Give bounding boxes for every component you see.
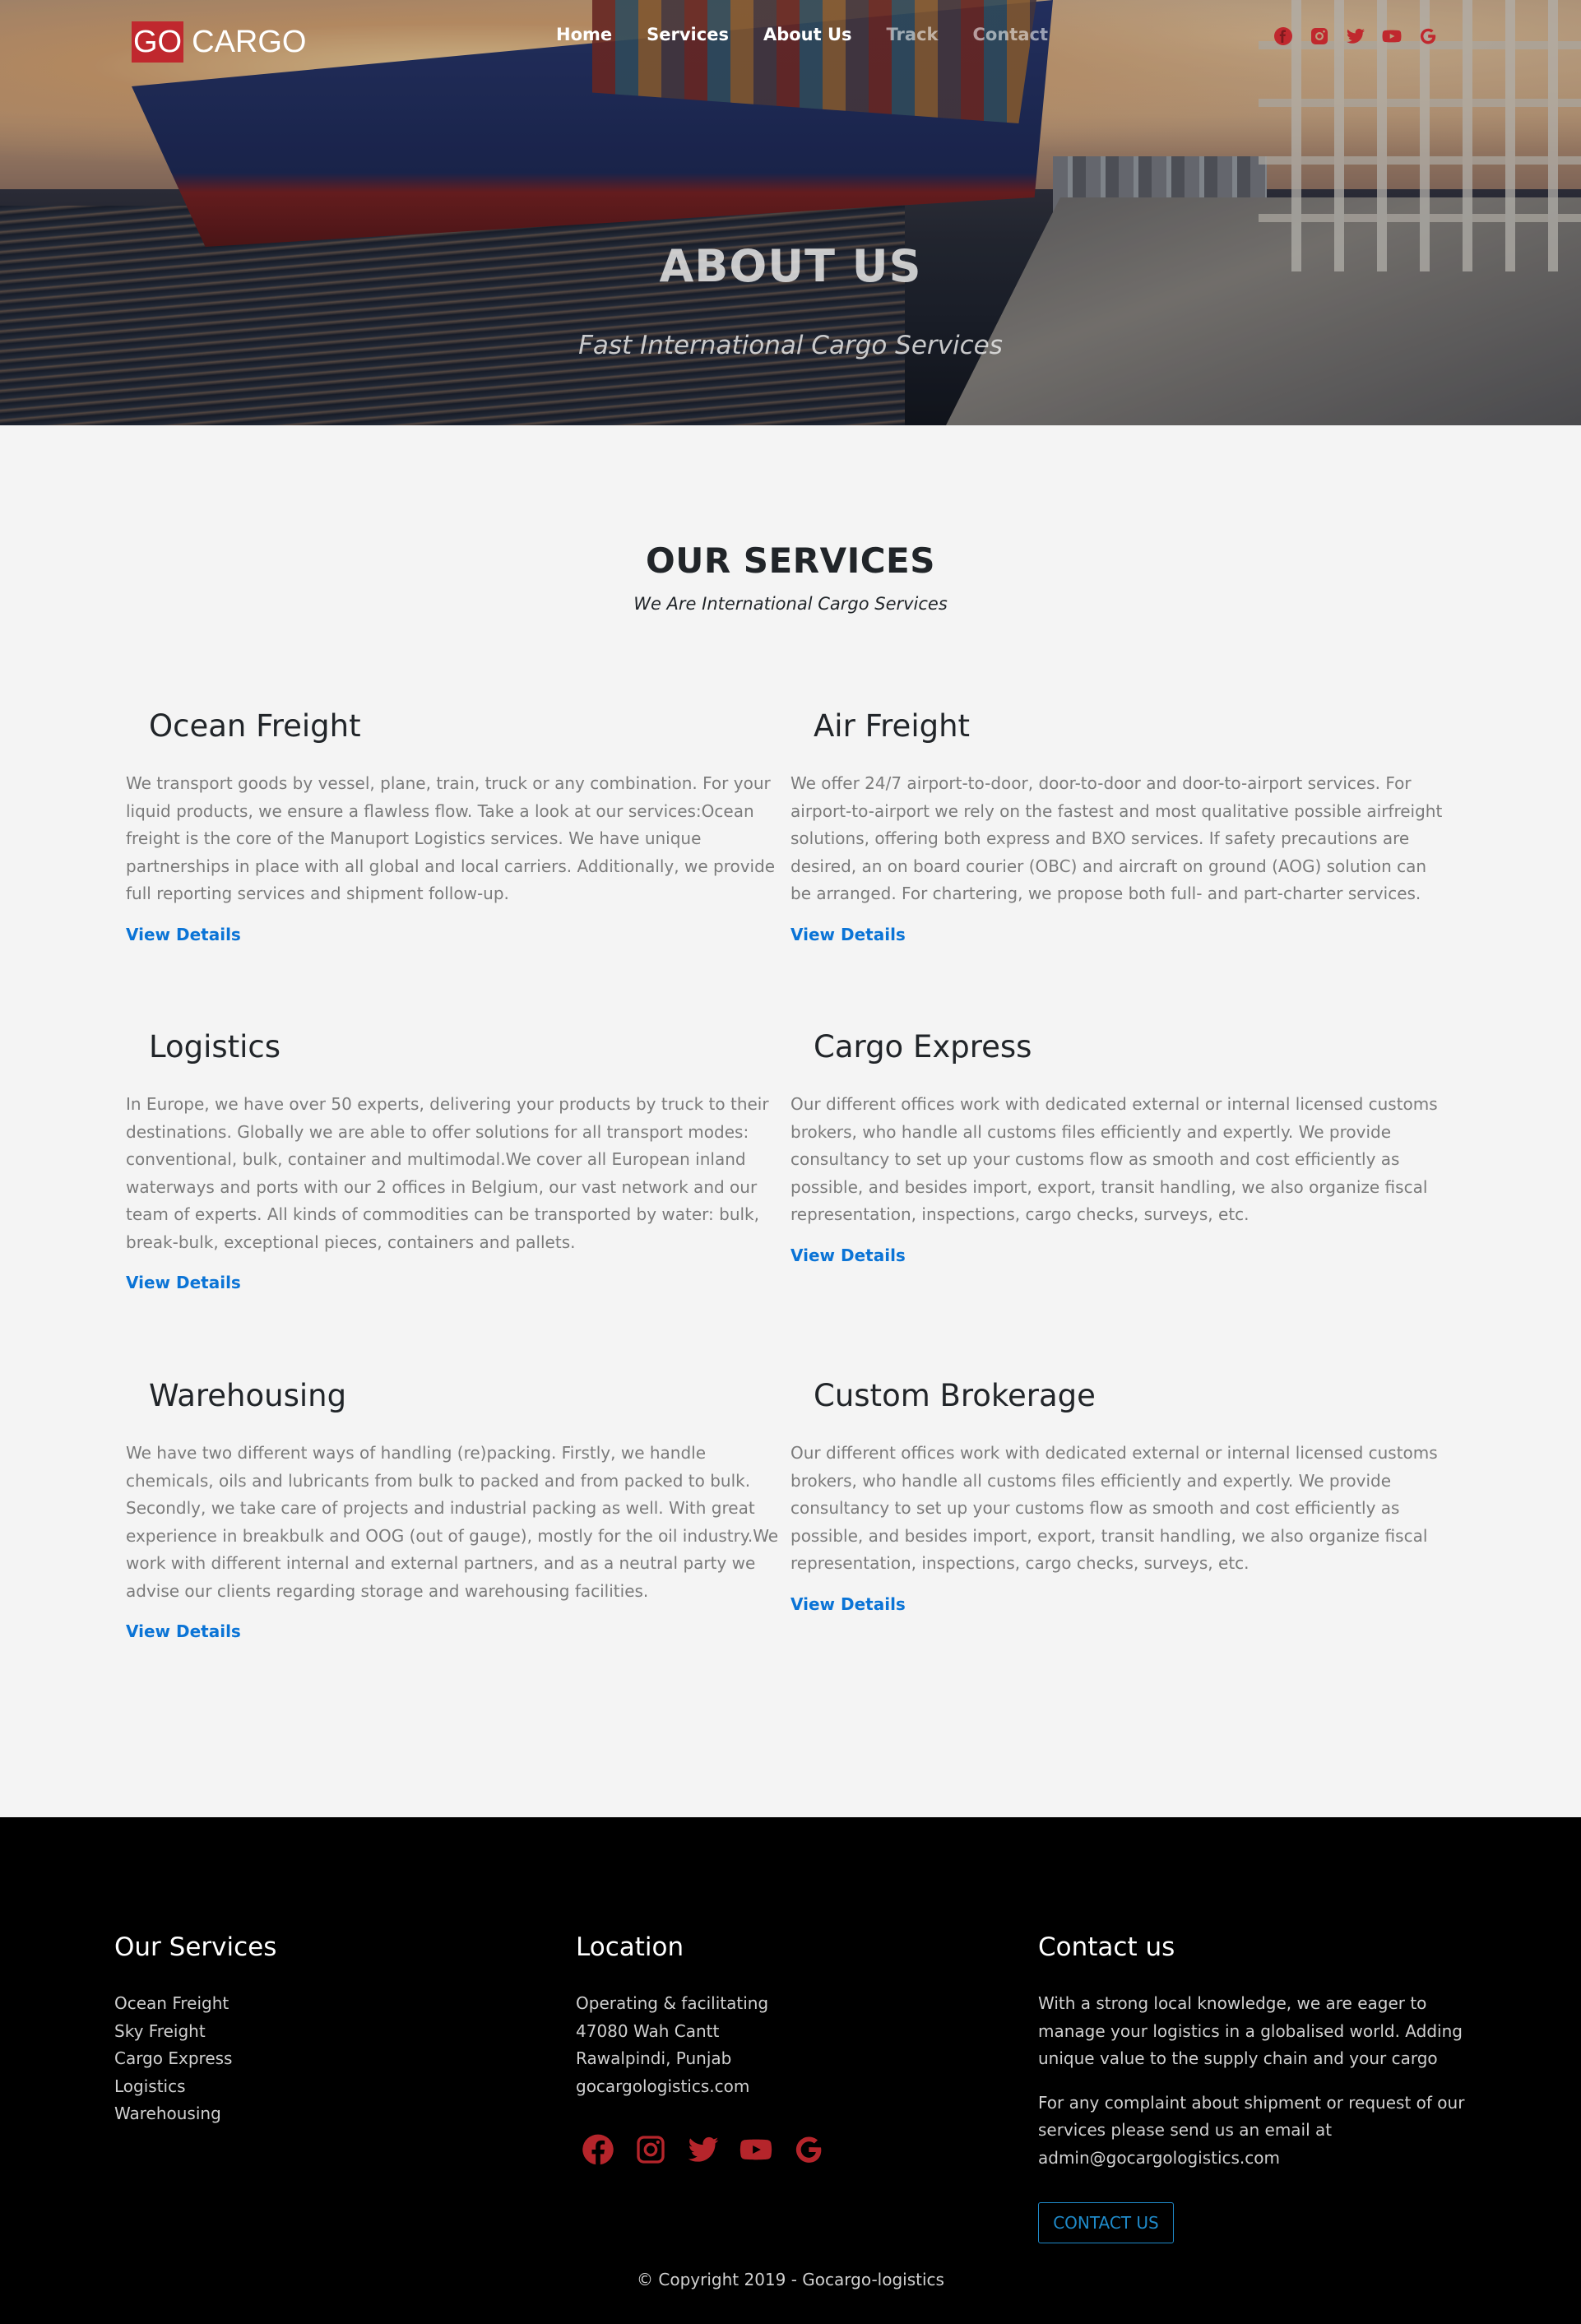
footer-contact-column: Contact us With a strong local knowledge… xyxy=(1038,1932,1466,2172)
service-title: Custom Brokerage xyxy=(814,1378,1096,1413)
brand-logo[interactable]: GO CARGO xyxy=(132,21,306,63)
service-card-air-freight: Air Freight We offer 24/7 airport-to-doo… xyxy=(790,707,1449,944)
twitter-icon[interactable] xyxy=(1346,26,1365,46)
page-title: ABOUT US xyxy=(659,240,922,292)
brand-logo-go: GO xyxy=(132,21,184,63)
view-details-link[interactable]: View Details xyxy=(126,925,784,944)
location-line: Rawalpindi, Punjab xyxy=(576,2048,732,2068)
footer-service-link[interactable]: Sky Freight xyxy=(114,2018,276,2046)
service-description: We have two different ways of handling (… xyxy=(126,1443,779,1601)
footer-location-column: Location Operating & facilitating 47080 … xyxy=(576,1932,768,2100)
service-title: Air Freight xyxy=(814,708,971,744)
service-title: Ocean Freight xyxy=(149,708,361,744)
brand-logo-cargo: CARGO xyxy=(192,24,307,59)
service-title: Logistics xyxy=(149,1029,281,1065)
twitter-icon[interactable] xyxy=(687,2133,720,2166)
services-heading: OUR SERVICES xyxy=(646,540,935,581)
facebook-icon[interactable] xyxy=(582,2133,614,2166)
nav-home[interactable]: Home xyxy=(556,25,612,44)
footer-contact-title: Contact us xyxy=(1038,1932,1175,1962)
footer-service-link[interactable]: Logistics xyxy=(114,2073,276,2101)
service-description: Our different offices work with dedicate… xyxy=(790,1094,1438,1224)
location-line: Operating & facilitating xyxy=(576,1993,769,2013)
footer: Our Services Ocean Freight Sky Freight C… xyxy=(0,1817,1581,2324)
view-details-link[interactable]: View Details xyxy=(126,1273,784,1292)
view-details-link[interactable]: View Details xyxy=(790,1245,1449,1265)
facebook-icon[interactable] xyxy=(1273,26,1293,46)
nav-contact[interactable]: Contact xyxy=(973,25,1049,44)
hero-overlay xyxy=(0,0,1581,425)
view-details-link[interactable]: View Details xyxy=(790,925,1449,944)
contact-us-button[interactable]: CONTACT US xyxy=(1038,2202,1174,2243)
nav-track[interactable]: Track xyxy=(887,25,939,44)
service-card-custom-brokerage: Custom Brokerage Our different offices w… xyxy=(790,1377,1449,1614)
footer-social-links xyxy=(582,2133,825,2166)
service-description: We offer 24/7 airport-to-door, door-to-d… xyxy=(790,773,1443,903)
instagram-icon[interactable] xyxy=(1310,26,1329,46)
google-icon[interactable] xyxy=(1418,26,1438,46)
service-title: Cargo Express xyxy=(814,1029,1032,1065)
service-description: In Europe, we have over 50 experts, deli… xyxy=(126,1094,769,1252)
footer-service-link[interactable]: Cargo Express xyxy=(114,2045,276,2073)
header-social-links xyxy=(1273,26,1438,46)
nav-services[interactable]: Services xyxy=(647,25,729,44)
copyright: © Copyright 2019 - Gocargo-logistics xyxy=(637,2270,944,2289)
page-subtitle: Fast International Cargo Services xyxy=(578,331,1003,360)
contact-email-note: For any complaint about shipment or requ… xyxy=(1038,2092,1465,2168)
service-card-ocean-freight: Ocean Freight We transport goods by vess… xyxy=(126,707,784,944)
main-nav: Home Services About Us Track Contact xyxy=(556,25,1083,44)
service-card-cargo-express: Cargo Express Our different offices work… xyxy=(790,1028,1449,1265)
contact-intro: With a strong local knowledge, we are ea… xyxy=(1038,1993,1463,2068)
instagram-icon[interactable] xyxy=(634,2133,667,2166)
youtube-icon[interactable] xyxy=(740,2133,772,2166)
footer-location-title: Location xyxy=(576,1932,684,1962)
hero-banner: GO CARGO Home Services About Us Track Co… xyxy=(0,0,1581,425)
view-details-link[interactable]: View Details xyxy=(126,1621,784,1641)
service-card-logistics: Logistics In Europe, we have over 50 exp… xyxy=(126,1028,784,1292)
service-description: Our different offices work with dedicate… xyxy=(790,1443,1438,1573)
service-description: We transport goods by vessel, plane, tra… xyxy=(126,773,776,903)
location-website[interactable]: gocargologistics.com xyxy=(576,2073,768,2101)
location-line: 47080 Wah Cantt xyxy=(576,2020,720,2041)
view-details-link[interactable]: View Details xyxy=(790,1594,1449,1614)
footer-service-link[interactable]: Ocean Freight xyxy=(114,1990,276,2018)
footer-services-title: Our Services xyxy=(114,1932,277,1962)
footer-service-link[interactable]: Warehousing xyxy=(114,2100,276,2128)
youtube-icon[interactable] xyxy=(1382,26,1402,46)
service-title: Warehousing xyxy=(149,1378,347,1413)
services-subheading: We Are International Cargo Services xyxy=(633,594,948,614)
nav-about-us[interactable]: About Us xyxy=(763,25,852,44)
service-card-warehousing: Warehousing We have two different ways o… xyxy=(126,1377,784,1641)
footer-services-column: Our Services Ocean Freight Sky Freight C… xyxy=(114,1932,276,2128)
google-icon[interactable] xyxy=(792,2133,825,2166)
